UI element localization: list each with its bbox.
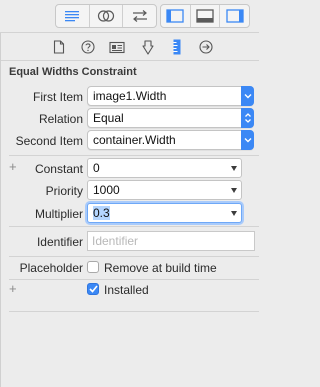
constant-combo-box[interactable]: 0: [87, 158, 242, 178]
priority-combo-box[interactable]: 1000: [87, 180, 242, 200]
panel-left-border: [0, 33, 1, 387]
panel-right-icon[interactable]: [220, 5, 249, 27]
align-lines-icon[interactable]: [56, 5, 90, 27]
up-down-chevron-icon: [241, 108, 254, 128]
relation-label: Relation: [38, 112, 83, 126]
divider: [9, 256, 259, 257]
panel-left-icon[interactable]: [161, 5, 191, 27]
connections-arrow-icon[interactable]: [197, 38, 215, 56]
constant-label: Constant: [34, 162, 83, 176]
relation-popup[interactable]: Equal: [87, 108, 254, 128]
chevron-down-icon[interactable]: [231, 166, 237, 171]
attributes-icon[interactable]: [139, 38, 157, 56]
identifier-field[interactable]: [87, 231, 255, 251]
editor-mode-segmented-control: [55, 4, 157, 28]
chevron-down-icon: [241, 86, 254, 106]
divider: [9, 279, 259, 280]
first-item-value: image1.Width: [93, 89, 167, 103]
chevron-down-icon: [241, 130, 254, 150]
priority-label: Priority: [45, 184, 83, 198]
panel-bottom-icon[interactable]: [191, 5, 221, 27]
multiplier-combo-box[interactable]: 0.3: [87, 203, 242, 223]
checkmark-icon: [88, 285, 98, 293]
identifier-label: Identifier: [36, 235, 83, 249]
attributes-inspector-panel: Equal Widths Constraint First Item image…: [0, 0, 259, 387]
first-item-label: First Item: [33, 90, 83, 104]
section-title: Equal Widths Constraint: [9, 66, 137, 78]
first-item-popup[interactable]: image1.Width: [87, 86, 254, 106]
panel-toggle-segmented-control: [160, 4, 250, 28]
remove-at-build-time-checkbox[interactable]: [87, 261, 99, 273]
file-icon[interactable]: [50, 38, 68, 56]
divider: [9, 155, 259, 156]
divider: [9, 311, 259, 312]
add-installed-variation-plus-icon[interactable]: +: [9, 282, 17, 295]
relation-value: Equal: [93, 111, 124, 125]
placeholder-label: Placeholder: [19, 261, 83, 275]
multiplier-value: 0.3: [93, 206, 110, 220]
chevron-down-icon[interactable]: [231, 211, 237, 216]
divider: [9, 226, 259, 227]
swap-arrows-icon[interactable]: [123, 5, 156, 27]
installed-label[interactable]: Installed: [104, 283, 149, 297]
help-icon[interactable]: [79, 38, 97, 56]
multiplier-value-wrapper: 0.3: [93, 206, 110, 220]
second-item-label: Second Item: [15, 134, 83, 148]
chevron-down-icon[interactable]: [231, 188, 237, 193]
second-item-value: container.Width: [93, 133, 176, 147]
constant-value: 0: [93, 161, 100, 175]
overlapping-circles-icon[interactable]: [90, 5, 124, 27]
editor-toolbar: [0, 0, 259, 33]
installed-checkbox[interactable]: [87, 283, 99, 295]
second-item-popup[interactable]: container.Width: [87, 130, 254, 150]
identity-card-icon[interactable]: [108, 38, 126, 56]
inspector-tab-bar: [0, 33, 259, 61]
priority-value: 1000: [93, 183, 120, 197]
size-ruler-icon[interactable]: [168, 38, 186, 56]
identifier-input[interactable]: [88, 232, 254, 250]
multiplier-label: Multiplier: [34, 207, 83, 221]
remove-at-build-time-label[interactable]: Remove at build time: [104, 261, 217, 275]
add-variation-plus-icon[interactable]: +: [9, 160, 17, 173]
